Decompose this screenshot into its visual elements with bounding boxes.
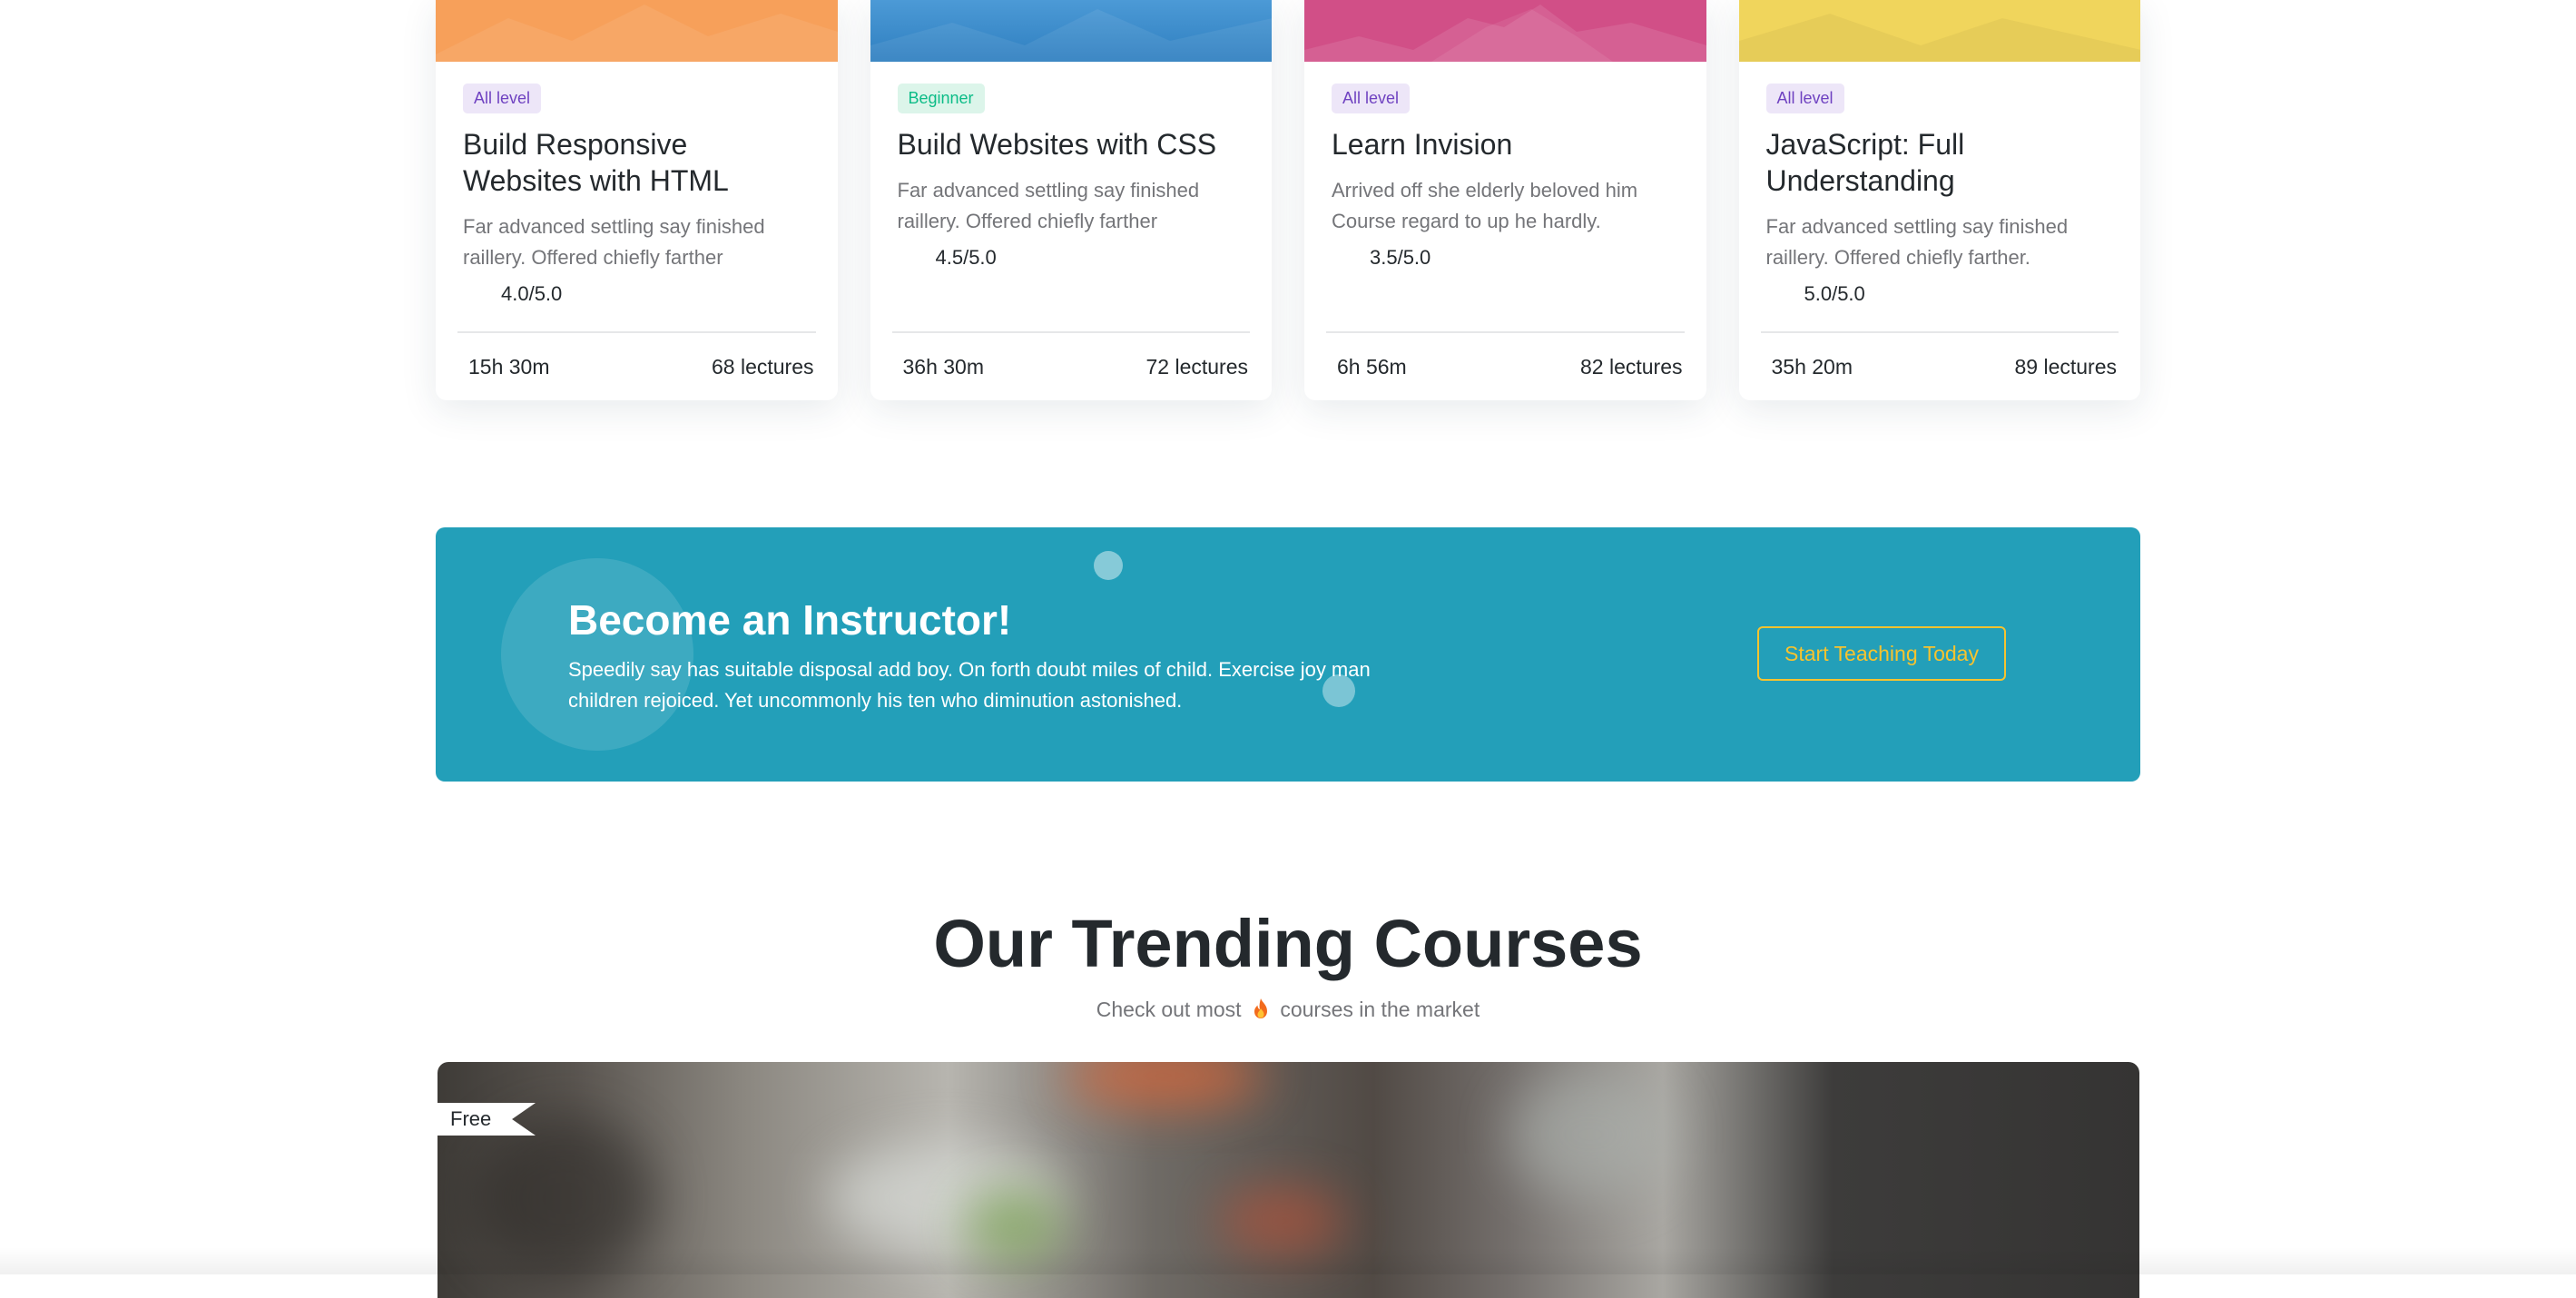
course-thumbnail[interactable] — [436, 0, 838, 62]
course-lectures: 72 lectures — [1145, 355, 1248, 379]
course-title[interactable]: Learn Invision — [1332, 126, 1679, 162]
level-badge: Beginner — [897, 84, 985, 113]
course-thumbnail[interactable] — [870, 0, 1272, 62]
course-duration: 6h 56m — [1337, 355, 1407, 379]
course-meta: 15h 30m 68 lectures — [457, 331, 816, 379]
rating-value: 3.5/5.0 — [1370, 246, 1431, 269]
course-description: Far advanced settling say finished raill… — [897, 179, 1200, 232]
course-title[interactable]: Build Responsive Websites with HTML — [463, 126, 811, 199]
course-description: Far advanced settling say finished raill… — [1765, 215, 2069, 269]
course-description: Arrived off she elderly beloved him Cour… — [1332, 179, 1638, 232]
course-lectures: 89 lectures — [2014, 355, 2117, 379]
course-rating: 5.0/5.0 — [1777, 282, 2114, 306]
course-rating: 4.5/5.0 — [909, 246, 1245, 270]
subtitle-text-before: Check out most — [1096, 998, 1242, 1021]
decorative-dot — [1094, 551, 1123, 580]
course-card[interactable]: All level JavaScript: Full Understanding… — [1738, 0, 2140, 400]
start-teaching-button[interactable]: Start Teaching Today — [1757, 626, 2006, 681]
course-thumbnail[interactable] — [1738, 0, 2140, 62]
section-subtitle: Check out most courses in the market — [0, 994, 2576, 1025]
course-lectures: 68 lectures — [711, 355, 814, 379]
course-duration: 35h 20m — [1771, 355, 1853, 379]
course-title[interactable]: Build Websites with CSS — [898, 126, 1245, 162]
subtitle-text-after: courses in the market — [1280, 998, 1480, 1021]
instructor-title: Become an Instructor! — [568, 596, 1012, 644]
course-title[interactable]: JavaScript: Full Understanding — [1766, 126, 2114, 199]
rating-value: 4.5/5.0 — [935, 246, 997, 269]
level-badge: All level — [463, 84, 542, 113]
course-card-row: All level Build Responsive Websites with… — [436, 0, 2140, 400]
instructor-text: Speedily say has suitable disposal add b… — [568, 658, 1371, 712]
course-duration: 15h 30m — [468, 355, 550, 379]
instructor-banner: Become an Instructor! Speedily say has s… — [436, 527, 2140, 782]
course-card[interactable]: Beginner Build Websites with CSS Far adv… — [870, 0, 1272, 400]
course-lectures: 82 lectures — [1579, 355, 1683, 379]
bottom-shadow — [0, 1247, 2576, 1274]
image-blur — [1509, 1071, 1672, 1198]
course-card[interactable]: All level Build Responsive Websites with… — [436, 0, 838, 400]
rating-value: 5.0/5.0 — [1804, 282, 1865, 305]
level-badge: All level — [1332, 84, 1411, 113]
image-blur — [1218, 1189, 1345, 1253]
course-card[interactable]: All level Learn Invision Arrived off she… — [1304, 0, 1706, 400]
course-rating: 4.0/5.0 — [474, 282, 811, 306]
fire-icon — [1254, 998, 1267, 1018]
course-thumbnail[interactable] — [1304, 0, 1706, 62]
course-duration: 36h 30m — [902, 355, 985, 379]
free-ribbon: Free — [438, 1103, 536, 1136]
star-icon — [1342, 248, 1362, 268]
star-icon — [474, 284, 494, 304]
star-icon — [1777, 284, 1797, 304]
level-badge: All level — [1765, 84, 1844, 113]
course-description: Far advanced settling say finished raill… — [463, 215, 765, 269]
rating-value: 4.0/5.0 — [501, 282, 563, 305]
star-icon — [909, 248, 929, 268]
course-meta: 35h 20m 89 lectures — [1760, 331, 2119, 379]
image-blur — [1064, 1062, 1263, 1107]
course-rating: 3.5/5.0 — [1342, 246, 1679, 270]
course-meta: 36h 30m 72 lectures — [891, 331, 1250, 379]
course-meta: 6h 56m 82 lectures — [1326, 331, 1685, 379]
section-title: Our Trending Courses — [933, 906, 1643, 981]
